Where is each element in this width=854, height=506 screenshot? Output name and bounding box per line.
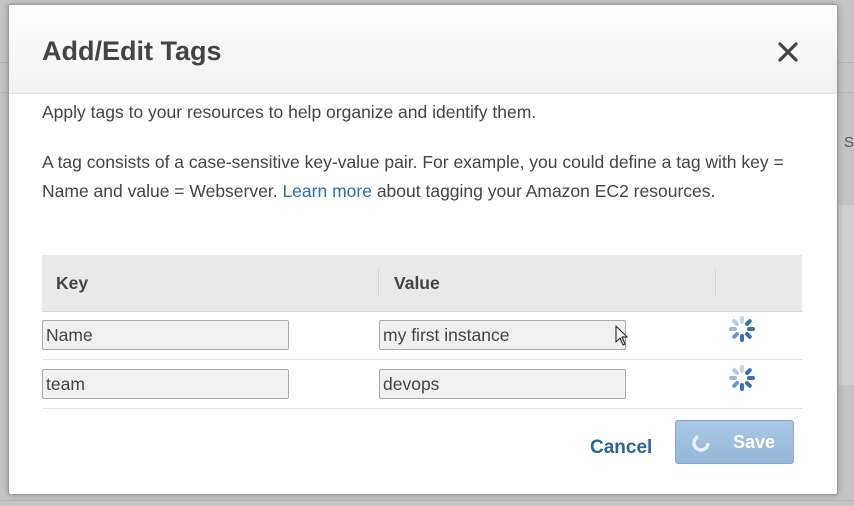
dialog-description: A tag consists of a case-sensitive key-v… <box>42 148 802 206</box>
loading-spinner-icon <box>692 434 710 452</box>
tag-key-input[interactable] <box>42 320 289 350</box>
mouse-pointer-icon <box>615 325 628 346</box>
tag-value-input[interactable] <box>379 369 626 399</box>
dialog-title: Add/Edit Tags <box>42 36 222 66</box>
column-header-value: Value <box>394 273 440 293</box>
column-header-key: Key <box>56 273 89 293</box>
cancel-button[interactable]: Cancel <box>590 437 652 459</box>
tag-value-input[interactable] <box>379 320 626 350</box>
row-divider <box>42 408 802 409</box>
close-button[interactable] <box>776 40 800 64</box>
background-panel <box>838 205 854 385</box>
close-icon <box>778 42 798 62</box>
tag-key-input[interactable] <box>42 369 289 399</box>
dialog-intro-text: Apply tags to your resources to help org… <box>42 102 537 122</box>
dialog-header: Add/Edit Tags <box>9 5 837 94</box>
learn-more-link[interactable]: Learn more <box>282 181 372 201</box>
background-edge-text: S <box>844 134 854 151</box>
tags-table-header: Key Value <box>42 255 802 312</box>
save-button-label: Save <box>733 432 776 452</box>
loading-spinner-icon-graphic <box>729 365 755 391</box>
loading-spinner-icon[interactable] <box>727 314 757 344</box>
column-divider <box>715 269 716 297</box>
row-divider <box>42 359 802 360</box>
save-button[interactable]: Save <box>675 420 794 464</box>
background-divider <box>0 500 854 501</box>
loading-spinner-icon[interactable] <box>727 363 757 393</box>
add-edit-tags-dialog: Add/Edit Tags Apply tags to your resourc… <box>8 4 838 495</box>
description-text-continued: about tagging your Amazon EC2 resources. <box>376 181 716 201</box>
loading-spinner-icon-graphic <box>729 316 755 342</box>
column-divider <box>378 269 379 297</box>
